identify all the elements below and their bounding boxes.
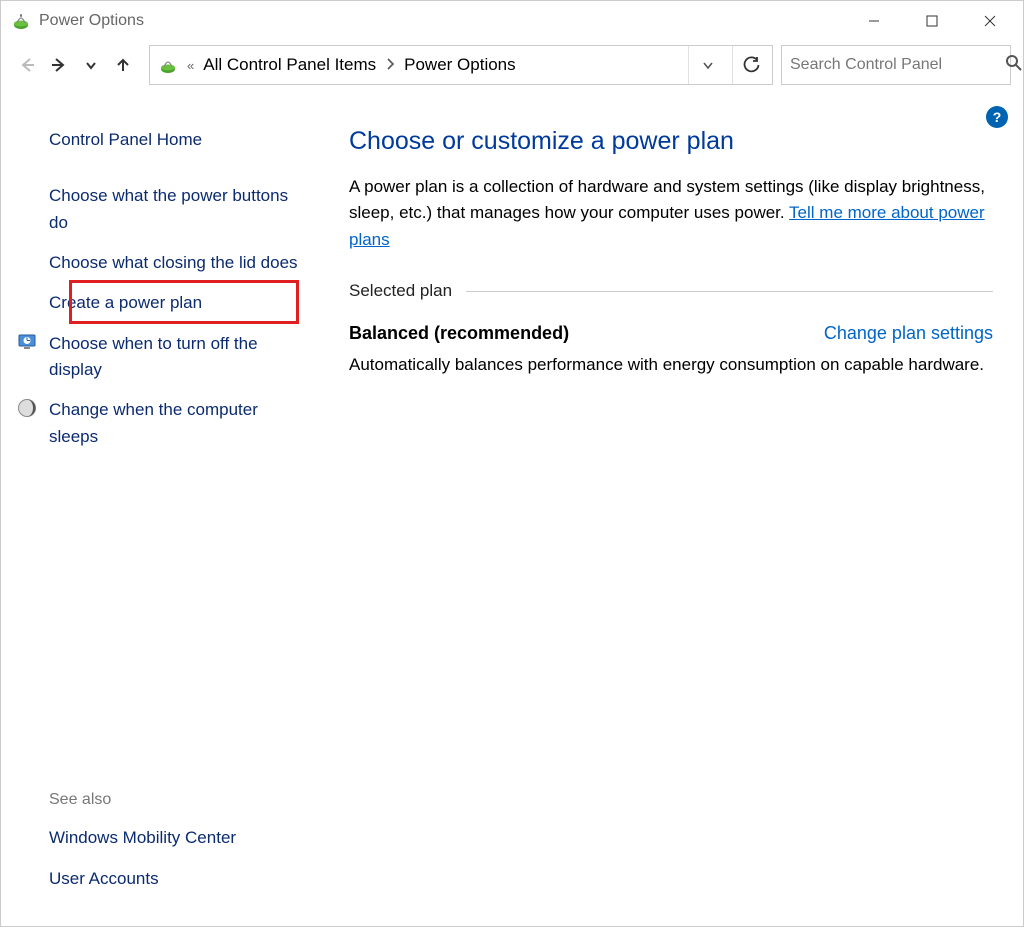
search-icon[interactable] [1005, 54, 1023, 76]
nav-buttons [13, 49, 137, 81]
chevron-right-icon [382, 58, 398, 73]
section-title: Selected plan [349, 281, 452, 301]
see-also-user-accounts[interactable]: User Accounts [49, 866, 301, 892]
address-bar[interactable]: « All Control Panel Items Power Options [149, 45, 773, 85]
see-also-header: See also [49, 791, 301, 809]
close-button[interactable] [961, 4, 1019, 38]
section-header: Selected plan [349, 281, 993, 301]
minimize-button[interactable] [845, 4, 903, 38]
search-box[interactable] [781, 45, 1011, 85]
back-button[interactable] [13, 49, 41, 81]
see-also-section: See also Windows Mobility Center User Ac… [49, 791, 301, 906]
breadcrumb-item[interactable]: Power Options [404, 55, 516, 75]
refresh-button[interactable] [732, 46, 770, 84]
power-options-icon [11, 11, 31, 31]
control-panel-home-link[interactable]: Control Panel Home [49, 127, 301, 153]
control-panel-icon [158, 55, 178, 75]
moon-icon [17, 398, 37, 418]
recent-locations-button[interactable] [77, 49, 105, 81]
maximize-button[interactable] [903, 4, 961, 38]
sidebar-link-power-buttons[interactable]: Choose what the power buttons do [49, 183, 301, 236]
plan-description: Automatically balances performance with … [349, 352, 993, 378]
see-also-mobility-center[interactable]: Windows Mobility Center [49, 825, 301, 851]
page-description: A power plan is a collection of hardware… [349, 174, 993, 253]
address-dropdown-button[interactable] [688, 46, 726, 84]
forward-button[interactable] [45, 49, 73, 81]
window-title: Power Options [39, 12, 144, 30]
change-plan-settings-link[interactable]: Change plan settings [824, 323, 993, 344]
display-off-icon [17, 332, 37, 352]
sidebar-link-closing-lid[interactable]: Choose what closing the lid does [49, 250, 301, 276]
breadcrumb-item[interactable]: All Control Panel Items [203, 55, 376, 75]
page-heading: Choose or customize a power plan [349, 127, 993, 156]
toolbar: « All Control Panel Items Power Options [1, 41, 1023, 89]
sidebar-link-turn-off-display[interactable]: Choose when to turn off the display [49, 331, 301, 384]
selected-plan-name: Balanced (recommended) [349, 323, 569, 344]
sidebar: Control Panel Home Choose what the power… [1, 89, 319, 926]
main-panel: Choose or customize a power plan A power… [319, 89, 1023, 926]
search-input[interactable] [790, 56, 997, 74]
up-button[interactable] [109, 49, 137, 81]
divider [466, 291, 993, 292]
plan-header-row: Balanced (recommended) Change plan setti… [349, 323, 993, 344]
highlight-box [69, 280, 299, 324]
content-area: Control Panel Home Choose what the power… [1, 89, 1023, 926]
chevron-left-double-icon: « [184, 58, 197, 73]
title-bar: Power Options [1, 1, 1023, 41]
sidebar-link-computer-sleeps[interactable]: Change when the computer sleeps [49, 397, 301, 450]
